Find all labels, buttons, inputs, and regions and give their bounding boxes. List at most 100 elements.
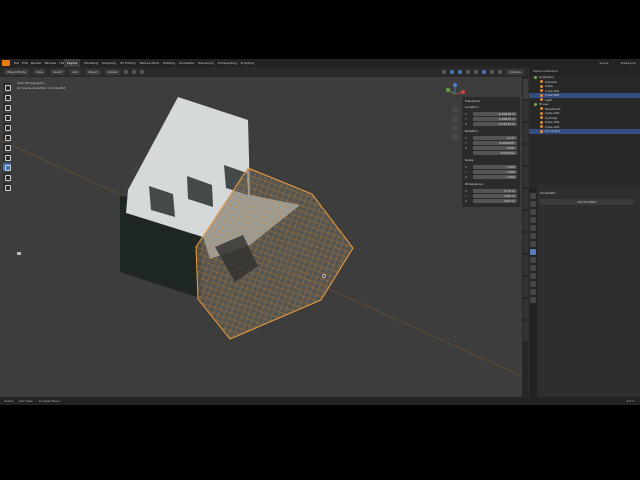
tab-extra-4[interactable] — [522, 233, 528, 253]
overlay-toggle-icon[interactable] — [458, 70, 463, 74]
scene-selector[interactable]: Scene — [599, 59, 608, 67]
outliner-header[interactable]: Scene Collection — [529, 67, 640, 75]
cursor-tool-icon[interactable] — [3, 93, 11, 101]
dimensions-y-field[interactable]: 0.83 m — [473, 194, 517, 198]
tab-extra-1[interactable] — [522, 167, 528, 187]
material-shading-icon[interactable] — [490, 70, 495, 74]
tab-extra-8[interactable] — [522, 321, 528, 341]
add-cube-tool-icon[interactable] — [3, 163, 11, 171]
gizmo-toggle-icon[interactable] — [450, 70, 455, 74]
scale-tool-icon[interactable] — [3, 123, 11, 131]
visibility-icon[interactable] — [442, 70, 447, 74]
view-layer-selector[interactable]: ViewLayer — [621, 59, 636, 67]
object-icon — [540, 116, 543, 120]
tab-scripting[interactable]: Scripting — [241, 59, 254, 67]
physics-props-icon[interactable] — [530, 265, 536, 271]
measure-tool-icon[interactable] — [3, 153, 11, 161]
pivot-icon[interactable] — [124, 70, 129, 74]
rotate-tool-icon[interactable] — [3, 113, 11, 121]
tab-extra-2[interactable] — [522, 189, 528, 209]
extra-tool-icon[interactable] — [3, 173, 11, 181]
menu-file[interactable]: File — [14, 59, 19, 67]
camera-icon[interactable] — [17, 252, 21, 255]
mode-dropdown[interactable]: Object Mode — [4, 69, 29, 75]
dimensions-z-field[interactable]: 0.07 m — [473, 199, 517, 203]
view-layer-props-icon[interactable] — [530, 217, 536, 223]
tab-animation[interactable]: Animation — [179, 59, 194, 67]
add-menu[interactable]: Add — [69, 69, 82, 75]
select-box-tool-icon[interactable] — [3, 83, 11, 91]
zoom-icon[interactable] — [452, 107, 458, 113]
tab-item[interactable] — [522, 79, 528, 99]
outliner-row[interactable]: Circle.003 — [529, 129, 640, 134]
menu-edit[interactable]: Edit — [22, 59, 28, 67]
menu-window[interactable]: Window — [45, 59, 57, 67]
blender-logo-icon[interactable] — [2, 60, 10, 66]
location-y-field[interactable]: 0.10675 m — [473, 117, 517, 121]
another-tool-icon[interactable] — [3, 183, 11, 191]
tab-extra-7[interactable] — [522, 299, 528, 319]
tab-edit[interactable] — [522, 145, 528, 165]
tab-view[interactable] — [522, 123, 528, 143]
world-props-icon[interactable] — [530, 233, 536, 239]
tool-props-icon[interactable] — [530, 193, 536, 199]
render-props-icon[interactable] — [530, 201, 536, 207]
annotate-tool-icon[interactable] — [3, 143, 11, 151]
scene-props-icon[interactable] — [530, 225, 536, 231]
output-props-icon[interactable] — [530, 209, 536, 215]
constraints-props-icon[interactable] — [530, 273, 536, 279]
tab-modeling[interactable]: Modeling — [84, 59, 98, 67]
texture-props-icon[interactable] — [530, 297, 536, 303]
mesh-edge — [196, 314, 353, 339]
particles-props-icon[interactable] — [530, 257, 536, 263]
tab-extra-5[interactable] — [522, 255, 528, 275]
tab-texture-paint[interactable]: Texture Paint — [140, 59, 159, 67]
select-menu[interactable]: Select — [50, 69, 66, 75]
transform-tool-icon[interactable] — [3, 133, 11, 141]
orientation-dropdown[interactable]: Global — [104, 69, 121, 75]
snap-icon[interactable] — [132, 70, 137, 74]
rotation-x-field[interactable]: 0.17° — [473, 136, 517, 140]
menu-render[interactable]: Render — [31, 59, 42, 67]
3d-viewport[interactable]: User Orthographic (1) Scene Collection |… — [0, 77, 528, 397]
rotation-y-field[interactable]: 0.000035° — [473, 141, 517, 145]
scale-z-field[interactable]: 1.000 — [473, 175, 517, 179]
view-menu[interactable]: View — [32, 69, 47, 75]
scale-y-field[interactable]: 1.000 — [473, 170, 517, 174]
tab-extra-3[interactable] — [522, 211, 528, 231]
tab-shading[interactable]: Shading — [163, 59, 175, 67]
modifier-props-icon[interactable] — [530, 249, 536, 255]
tab-rendering[interactable]: Rendering — [198, 59, 213, 67]
object-menu[interactable]: Object — [85, 69, 101, 75]
xray-icon[interactable] — [466, 70, 471, 74]
tab-tool[interactable] — [522, 101, 528, 121]
data-props-icon[interactable] — [530, 281, 536, 287]
tab-extra-6[interactable] — [522, 277, 528, 297]
rotation-mode-dropdown[interactable]: XYZ Euler — [473, 151, 517, 155]
wireframe-shading-icon[interactable] — [474, 70, 479, 74]
proportional-edit-icon[interactable] — [140, 70, 145, 74]
sidebar-tabs — [522, 77, 528, 405]
solid-shading-icon[interactable] — [482, 70, 487, 74]
location-z-field[interactable]: 0.11379 m — [473, 122, 517, 126]
object-props-icon[interactable] — [530, 241, 536, 247]
transform-section-title[interactable]: Transform — [462, 97, 520, 105]
pan-icon[interactable] — [452, 116, 458, 122]
tab-layout[interactable]: Layout — [64, 59, 81, 67]
ortho-toggle-icon[interactable] — [452, 134, 458, 140]
move-tool-icon[interactable] — [3, 103, 11, 111]
scale-x-field[interactable]: 1.000 — [473, 165, 517, 169]
rotation-z-field[interactable]: 0.54° — [473, 146, 517, 150]
tab-sculpting[interactable]: Sculpting — [102, 59, 116, 67]
tab-compositing[interactable]: Compositing — [218, 59, 237, 67]
location-x-field[interactable]: -0.10676 m — [473, 112, 517, 116]
material-props-icon[interactable] — [530, 289, 536, 295]
options-dropdown[interactable]: Options — [506, 69, 524, 75]
dimensions-x-field[interactable]: 0.73 m — [473, 189, 517, 193]
tab-uv-editing[interactable]: UV Editing — [120, 59, 136, 67]
object-icon — [540, 107, 543, 111]
add-modifier-button[interactable]: Add Modifier — [540, 199, 634, 205]
rendered-shading-icon[interactable] — [498, 70, 503, 74]
scale-z-row: Z 1.000 — [465, 175, 517, 179]
camera-view-icon[interactable] — [452, 125, 458, 131]
